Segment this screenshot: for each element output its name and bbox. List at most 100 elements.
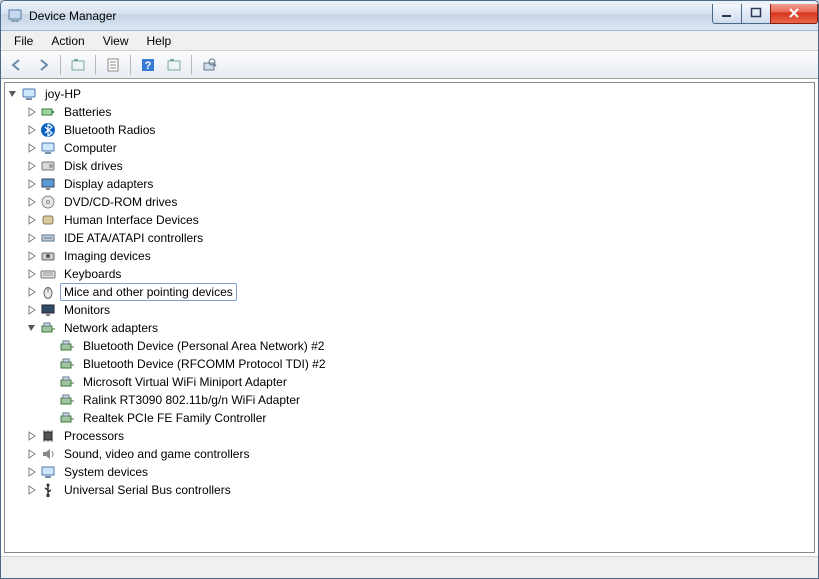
hid-icon	[40, 212, 56, 228]
expand-icon[interactable]	[24, 428, 40, 444]
close-button[interactable]	[770, 4, 818, 24]
tree-item-label[interactable]: Universal Serial Bus controllers	[60, 481, 235, 499]
menu-action[interactable]: Action	[42, 33, 93, 49]
tree-item-label[interactable]: Network adapters	[60, 319, 162, 337]
window-title: Device Manager	[29, 9, 116, 23]
update-driver-button[interactable]	[197, 53, 221, 77]
tree-item[interactable]: Bluetooth Radios	[5, 121, 814, 139]
expand-icon[interactable]	[24, 230, 40, 246]
window-frame: Device Manager File Action View Help	[0, 0, 819, 579]
tree-item[interactable]: Universal Serial Bus controllers	[5, 481, 814, 499]
menu-file[interactable]: File	[5, 33, 42, 49]
netcard-icon	[59, 338, 75, 354]
toolbar: ?	[1, 51, 818, 79]
tree-item-label[interactable]: Mice and other pointing devices	[60, 283, 237, 301]
svg-text:?: ?	[145, 60, 152, 72]
tree-item-label[interactable]: Realtek PCIe FE Family Controller	[79, 409, 270, 427]
tree-item[interactable]: Computer	[5, 139, 814, 157]
tree-item-label[interactable]: IDE ATA/ATAPI controllers	[60, 229, 207, 247]
expand-icon[interactable]	[24, 122, 40, 138]
tree-item-label[interactable]: Disk drives	[60, 157, 127, 175]
tree-item-label[interactable]: System devices	[60, 463, 152, 481]
tree-item[interactable]: Processors	[5, 427, 814, 445]
title-bar[interactable]: Device Manager	[1, 1, 818, 31]
show-hidden-button[interactable]	[66, 53, 90, 77]
expand-icon[interactable]	[24, 212, 40, 228]
usb-icon	[40, 482, 56, 498]
maximize-button[interactable]	[741, 4, 771, 24]
tree-item-label[interactable]: Batteries	[60, 103, 115, 121]
toolbar-separator	[60, 55, 61, 75]
tree-item[interactable]: Sound, video and game controllers	[5, 445, 814, 463]
tree-item[interactable]: Monitors	[5, 301, 814, 319]
tree-item[interactable]: Bluetooth Device (Personal Area Network)…	[5, 337, 814, 355]
tree-item[interactable]: IDE ATA/ATAPI controllers	[5, 229, 814, 247]
tree-item[interactable]: Keyboards	[5, 265, 814, 283]
tree-item-label[interactable]: Bluetooth Device (Personal Area Network)…	[79, 337, 328, 355]
tree-item[interactable]: DVD/CD-ROM drives	[5, 193, 814, 211]
keyboard-icon	[40, 266, 56, 282]
tree-item[interactable]: Microsoft Virtual WiFi Miniport Adapter	[5, 373, 814, 391]
expand-icon[interactable]	[24, 302, 40, 318]
computer-icon	[40, 140, 56, 156]
expand-icon[interactable]	[24, 482, 40, 498]
minimize-button[interactable]	[712, 4, 742, 24]
tree-item[interactable]: Human Interface Devices	[5, 211, 814, 229]
tree-item-label[interactable]: DVD/CD-ROM drives	[60, 193, 181, 211]
forward-button[interactable]	[31, 53, 55, 77]
dvd-icon	[40, 194, 56, 210]
tree-item-label[interactable]: Computer	[60, 139, 121, 157]
tree-item[interactable]: System devices	[5, 463, 814, 481]
tree-item-label[interactable]: Microsoft Virtual WiFi Miniport Adapter	[79, 373, 291, 391]
tree-item-label[interactable]: Human Interface Devices	[60, 211, 203, 229]
tree-panel[interactable]: joy-HPBatteriesBluetooth RadiosComputerD…	[4, 82, 815, 553]
tree-item[interactable]: Bluetooth Device (RFCOMM Protocol TDI) #…	[5, 355, 814, 373]
tree-item[interactable]: Mice and other pointing devices	[5, 283, 814, 301]
tree-item-label[interactable]: Imaging devices	[60, 247, 155, 265]
tree-item-label[interactable]: Keyboards	[60, 265, 125, 283]
tree-item[interactable]: Realtek PCIe FE Family Controller	[5, 409, 814, 427]
expand-icon[interactable]	[24, 104, 40, 120]
expand-icon	[43, 356, 59, 372]
tree-item[interactable]: Batteries	[5, 103, 814, 121]
expand-icon[interactable]	[24, 284, 40, 300]
menu-help[interactable]: Help	[138, 33, 181, 49]
tree-item-label[interactable]: Bluetooth Radios	[60, 121, 159, 139]
status-bar	[1, 556, 818, 578]
expand-icon[interactable]	[24, 194, 40, 210]
expand-icon[interactable]	[24, 140, 40, 156]
tree-item-label[interactable]: Processors	[60, 427, 128, 445]
tree-item-label[interactable]: Sound, video and game controllers	[60, 445, 253, 463]
tree-item-label[interactable]: Display adapters	[60, 175, 157, 193]
collapse-icon[interactable]	[5, 86, 21, 102]
tree-item[interactable]: Disk drives	[5, 157, 814, 175]
tree-item[interactable]: joy-HP	[5, 85, 814, 103]
properties-button[interactable]	[101, 53, 125, 77]
toolbar-separator	[95, 55, 96, 75]
imaging-icon	[40, 248, 56, 264]
scan-hardware-button[interactable]	[162, 53, 186, 77]
expand-icon[interactable]	[24, 446, 40, 462]
cpu-icon	[40, 428, 56, 444]
device-tree[interactable]: joy-HPBatteriesBluetooth RadiosComputerD…	[5, 85, 814, 499]
expand-icon	[43, 338, 59, 354]
collapse-icon[interactable]	[24, 320, 40, 336]
expand-icon[interactable]	[24, 158, 40, 174]
tree-item-label[interactable]: Ralink RT3090 802.11b/g/n WiFi Adapter	[79, 391, 304, 409]
tree-item-label[interactable]: Bluetooth Device (RFCOMM Protocol TDI) #…	[79, 355, 330, 373]
system-icon	[40, 464, 56, 480]
help-button[interactable]: ?	[136, 53, 160, 77]
tree-item[interactable]: Network adapters	[5, 319, 814, 337]
expand-icon[interactable]	[24, 176, 40, 192]
tree-item-label[interactable]: Monitors	[60, 301, 114, 319]
back-button[interactable]	[5, 53, 29, 77]
tree-item[interactable]: Ralink RT3090 802.11b/g/n WiFi Adapter	[5, 391, 814, 409]
menu-view[interactable]: View	[94, 33, 138, 49]
expand-icon[interactable]	[24, 266, 40, 282]
tree-item[interactable]: Display adapters	[5, 175, 814, 193]
tree-item[interactable]: Imaging devices	[5, 247, 814, 265]
expand-icon[interactable]	[24, 464, 40, 480]
tree-item-label[interactable]: joy-HP	[41, 85, 85, 103]
bluetooth-icon	[40, 122, 56, 138]
expand-icon[interactable]	[24, 248, 40, 264]
